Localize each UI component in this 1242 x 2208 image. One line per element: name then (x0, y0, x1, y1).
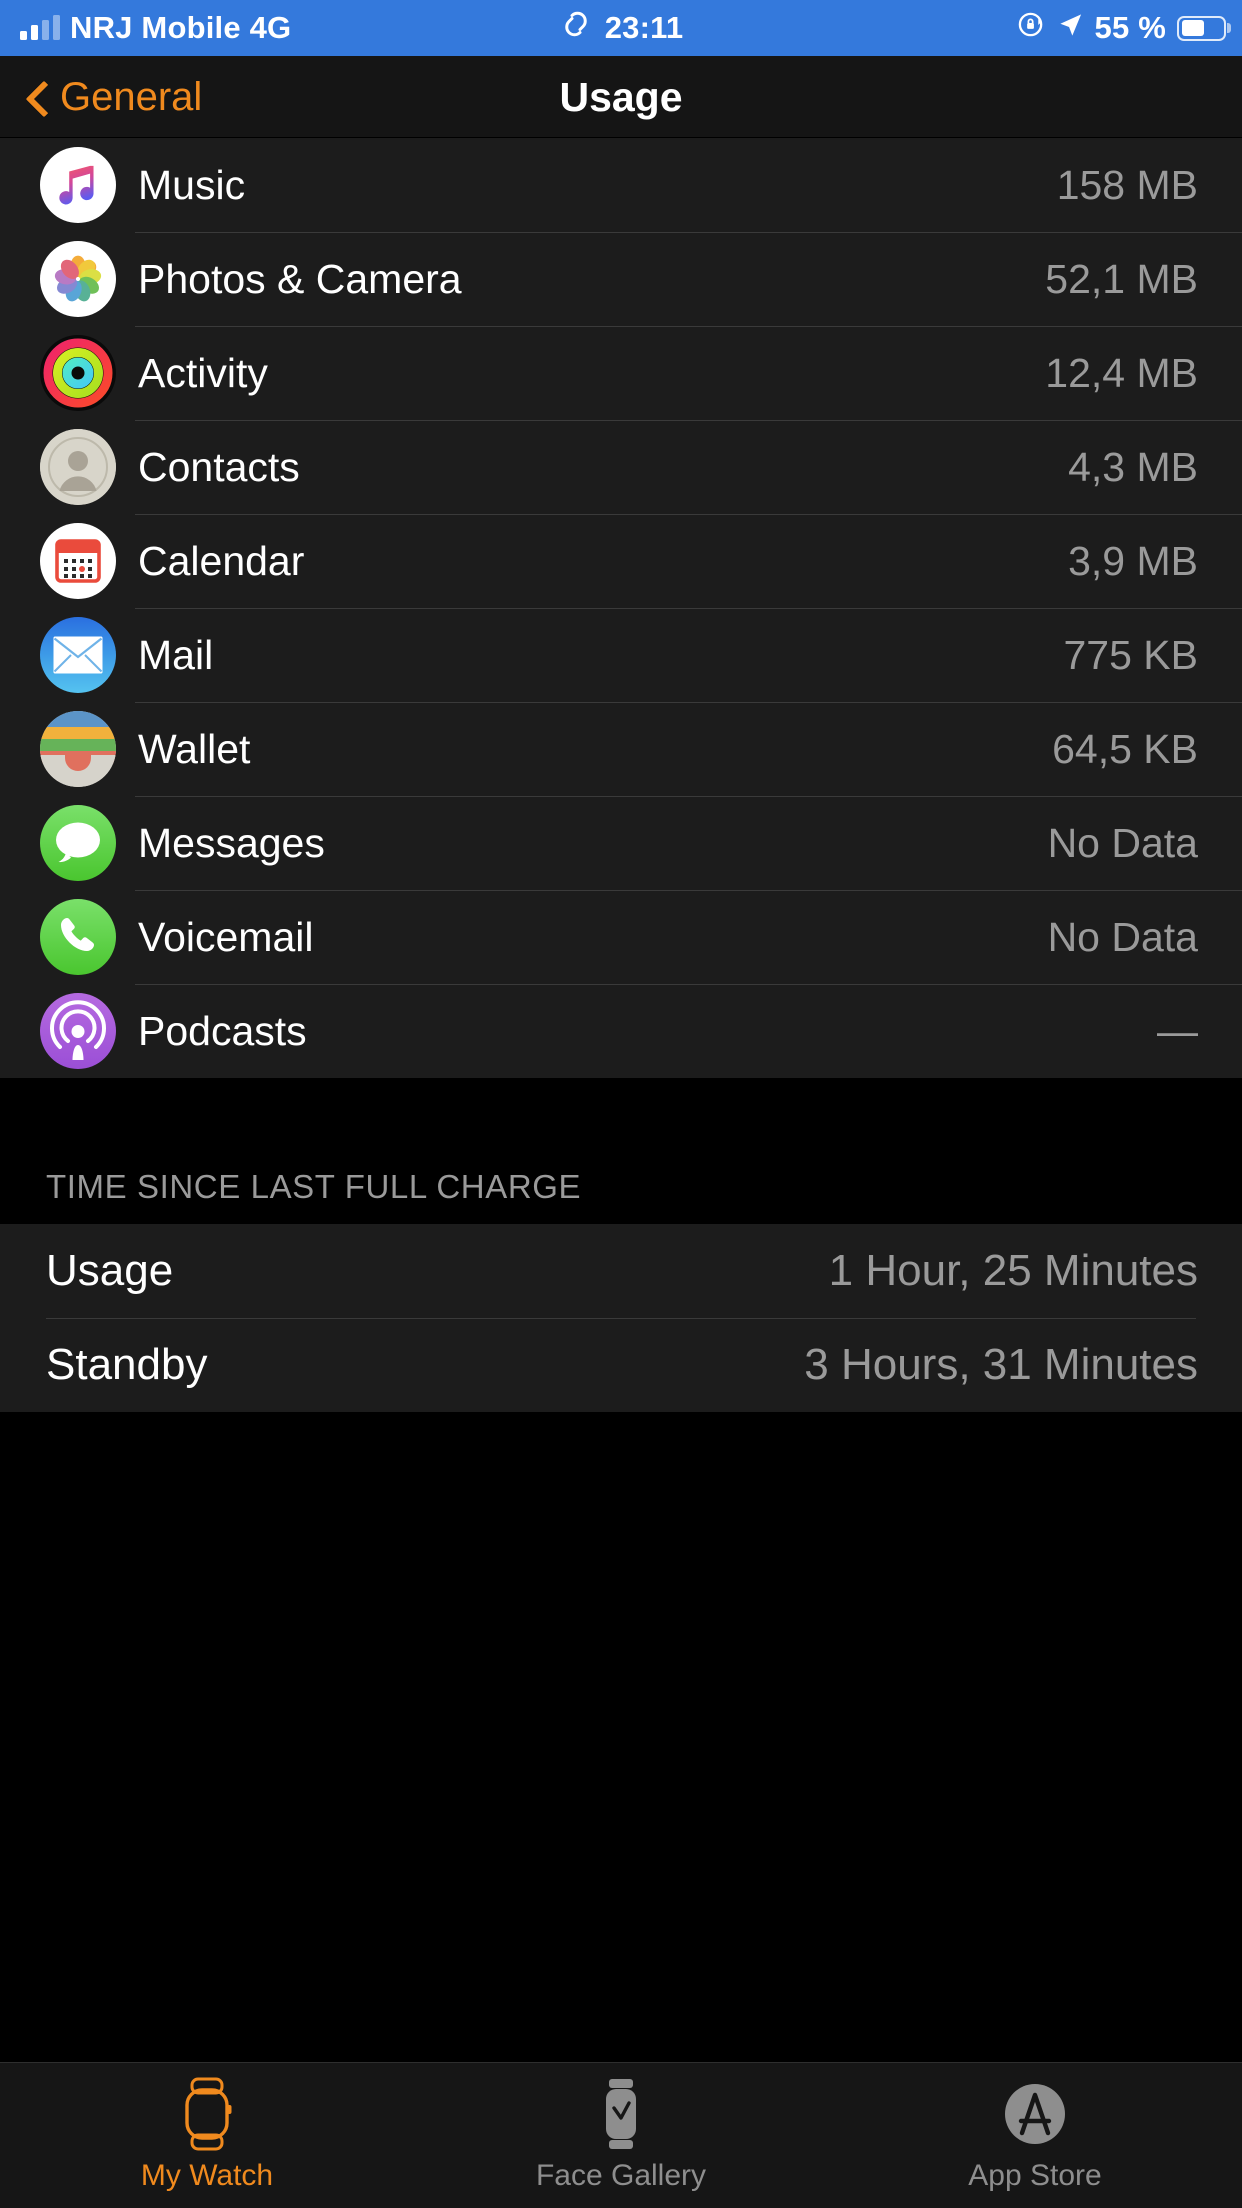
section-spacer (0, 1078, 1242, 1168)
photos-icon (40, 241, 116, 317)
table-row[interactable]: Usage 1 Hour, 25 Minutes (0, 1224, 1242, 1318)
mail-icon (40, 617, 116, 693)
table-row[interactable]: Contacts 4,3 MB (0, 420, 1242, 514)
tab-bar: My Watch Face Gallery App Store (0, 2062, 1242, 2208)
row-label: Calendar (138, 537, 305, 584)
table-row[interactable]: Standby 3 Hours, 31 Minutes (0, 1318, 1242, 1412)
carrier-label: NRJ Mobile 4G (70, 10, 292, 45)
row-label: Activity (138, 349, 268, 396)
tab-app-store[interactable]: App Store (828, 2077, 1242, 2193)
table-row[interactable]: Activity 12,4 MB (0, 326, 1242, 420)
rotation-lock-icon (1017, 10, 1046, 47)
tab-face-gallery[interactable]: Face Gallery (414, 2077, 828, 2193)
table-row[interactable]: Music 158 MB (0, 138, 1242, 232)
row-label: Wallet (138, 725, 251, 772)
clock-label: 23:11 (604, 10, 684, 45)
messages-icon (40, 805, 116, 881)
app-usage-group: Music 158 MB Photos & Camera 52,1 MB Act… (0, 138, 1242, 1078)
row-label: Podcasts (138, 1007, 307, 1054)
music-icon (40, 147, 116, 223)
navigation-bar: General Usage (0, 56, 1242, 138)
row-value: 775 KB (1063, 631, 1199, 678)
tab-label: App Store (968, 2159, 1102, 2192)
row-value: 64,5 KB (1052, 725, 1198, 772)
row-value: No Data (1047, 913, 1198, 960)
status-bar: NRJ Mobile 4G 23:11 55 % (0, 0, 1242, 56)
charge-group: Usage 1 Hour, 25 Minutes Standby 3 Hours… (0, 1224, 1242, 1412)
contacts-icon (40, 429, 116, 505)
activity-icon (40, 335, 116, 411)
app-store-icon (1001, 2077, 1069, 2151)
charge-section-header: TIME SINCE LAST FULL CHARGE (0, 1168, 1242, 1224)
tab-label: Face Gallery (535, 2159, 707, 2192)
row-label: Standby (46, 1340, 208, 1389)
row-label: Mail (138, 631, 214, 678)
content-tail-spacer (0, 1412, 1242, 2062)
row-value: No Data (1047, 819, 1198, 866)
table-row[interactable]: Wallet 64,5 KB (0, 702, 1242, 796)
row-value: 158 MB (1056, 161, 1198, 208)
row-value: 12,4 MB (1045, 349, 1198, 396)
row-label: Photos & Camera (138, 255, 462, 302)
row-value: 1 Hour, 25 Minutes (828, 1246, 1198, 1295)
chevron-left-icon (24, 84, 50, 110)
table-row[interactable]: Photos & Camera 52,1 MB (0, 232, 1242, 326)
screen-mirroring-icon (559, 10, 593, 46)
watch-face-icon (591, 2077, 651, 2151)
status-bar-left: NRJ Mobile 4G (0, 10, 291, 46)
row-value: 3,9 MB (1068, 537, 1198, 584)
battery-percent-label: 55 % (1094, 10, 1166, 45)
scroll-content: Music 158 MB Photos & Camera 52,1 MB Act… (0, 138, 1242, 2062)
wallet-icon (40, 711, 116, 787)
voicemail-icon (40, 899, 116, 975)
row-label: Messages (138, 819, 325, 866)
table-row[interactable]: Calendar 3,9 MB (0, 514, 1242, 608)
row-value: 4,3 MB (1068, 443, 1198, 490)
tab-label: My Watch (140, 2159, 274, 2192)
podcasts-icon (40, 993, 116, 1069)
cellular-signal-icon (20, 15, 60, 40)
row-label: Usage (46, 1246, 174, 1295)
row-label: Contacts (138, 443, 300, 490)
row-value: — (1157, 1007, 1198, 1054)
table-row[interactable]: Messages No Data (0, 796, 1242, 890)
row-label: Voicemail (138, 913, 314, 960)
table-row[interactable]: Voicemail No Data (0, 890, 1242, 984)
back-button[interactable]: General (0, 75, 202, 120)
battery-icon (1177, 15, 1226, 41)
calendar-icon (40, 523, 116, 599)
back-button-label: General (60, 74, 203, 119)
table-row[interactable]: Mail 775 KB (0, 608, 1242, 702)
watch-app-usage-screen: NRJ Mobile 4G 23:11 55 % General Usage M… (0, 0, 1242, 2208)
tab-my-watch[interactable]: My Watch (0, 2077, 414, 2193)
row-value: 52,1 MB (1045, 255, 1198, 302)
table-row[interactable]: Podcasts — (0, 984, 1242, 1078)
row-value: 3 Hours, 31 Minutes (804, 1340, 1198, 1389)
row-label: Music (138, 161, 246, 208)
location-arrow-icon (1057, 10, 1084, 46)
status-bar-right: 55 % (1017, 10, 1242, 47)
watch-icon (177, 2077, 237, 2151)
